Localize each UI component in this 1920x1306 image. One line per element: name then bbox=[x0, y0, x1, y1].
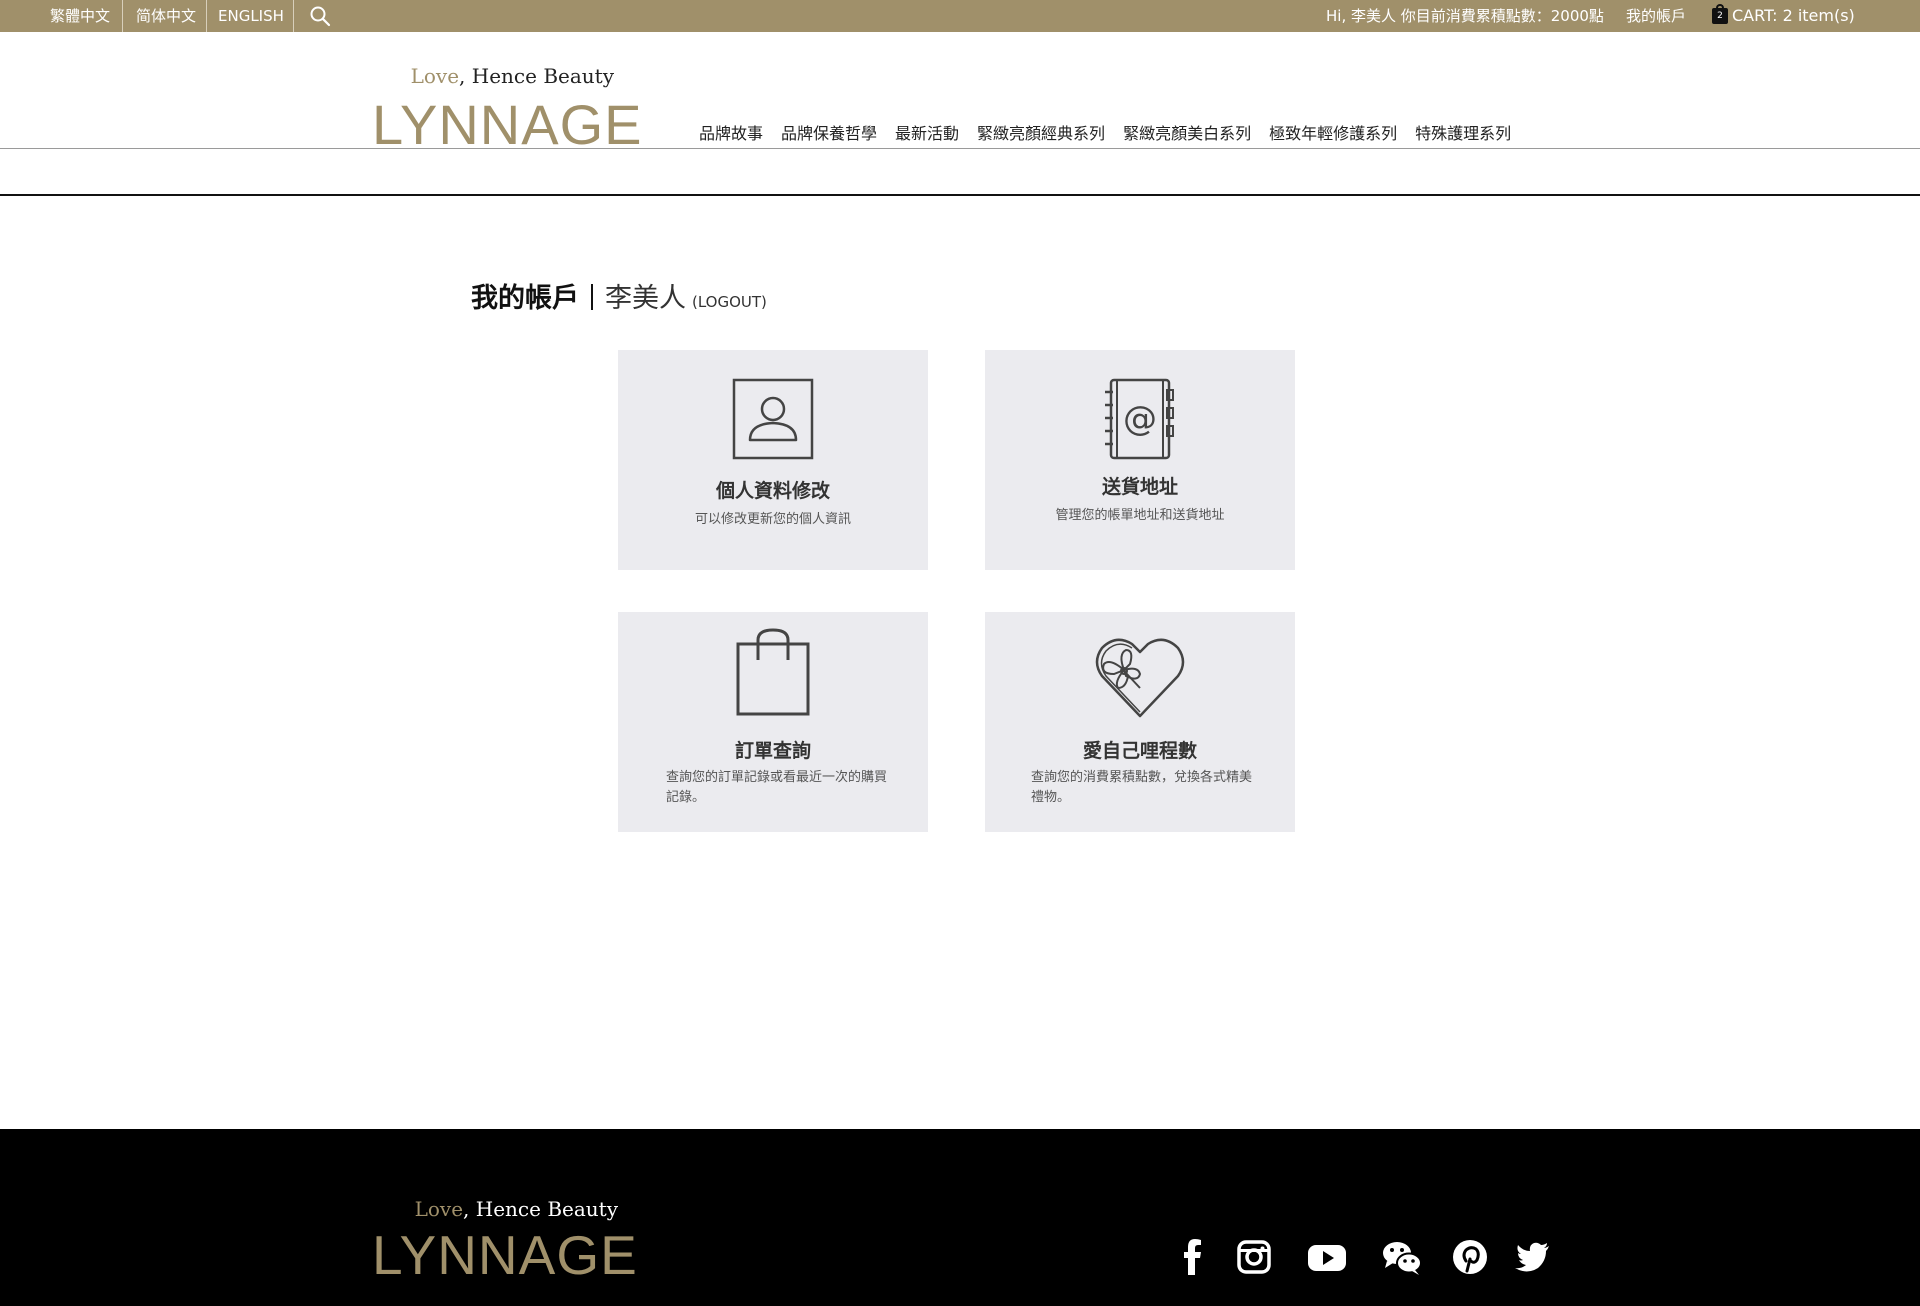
card-description: 可以修改更新您的個人資訊 bbox=[694, 512, 851, 527]
card-order-inquiry[interactable]: 訂單查詢 查詢您的訂單記錄或看最近一次的購買記錄。 bbox=[618, 612, 928, 832]
card-description: 管理您的帳單地址和送貨地址 bbox=[1055, 508, 1225, 523]
lang-english[interactable]: ENGLISH bbox=[206, 0, 296, 32]
card-love-mileage[interactable]: 愛自己哩程數 查詢您的消費累積點數，兌換各式精美禮物。 bbox=[985, 612, 1295, 832]
nav-latest-events[interactable]: 最新活動 bbox=[886, 120, 968, 148]
footer-brand-logo[interactable]: Love, Hence Beauty LYNNAGE bbox=[372, 1197, 637, 1286]
card-description: 查詢您的訂單記錄或看最近一次的購買記錄。 bbox=[666, 770, 888, 805]
header-divider bbox=[0, 148, 1920, 149]
card-description: 查詢您的消費累積點數，兌換各式精美禮物。 bbox=[1031, 770, 1253, 805]
facebook-icon[interactable] bbox=[1173, 1237, 1213, 1277]
nav-classic-series[interactable]: 緊緻亮顏經典系列 bbox=[968, 120, 1114, 148]
brand-tagline: Love, Hence Beauty bbox=[414, 1197, 618, 1221]
address-book-icon: @ bbox=[1102, 378, 1178, 464]
card-title: 訂單查詢 bbox=[734, 740, 811, 762]
card-shipping-address[interactable]: @ 送貨地址 管理您的帳單地址和送貨地址 bbox=[985, 350, 1295, 570]
page-title: 我的帳戶 李美人 (LOGOUT) bbox=[471, 276, 767, 315]
wechat-icon[interactable] bbox=[1381, 1237, 1423, 1277]
divider bbox=[122, 0, 123, 32]
cart-label: CART: 2 item(s) bbox=[1732, 6, 1855, 25]
lang-traditional-chinese[interactable]: 繁體中文 bbox=[38, 0, 122, 32]
gift-heart-icon bbox=[1094, 636, 1186, 724]
nav-repair-series[interactable]: 極致年輕修護系列 bbox=[1260, 120, 1406, 148]
card-edit-profile[interactable]: 個人資料修改 可以修改更新您的個人資訊 bbox=[618, 350, 928, 570]
brand-logo[interactable]: Love, Hence Beauty LYNNAGE bbox=[372, 64, 641, 156]
card-title: 個人資料修改 bbox=[715, 480, 830, 502]
search-icon[interactable] bbox=[308, 4, 332, 28]
shopping-bag-icon bbox=[735, 628, 811, 722]
card-title: 送貨地址 bbox=[1101, 476, 1178, 498]
card-title: 愛自己哩程數 bbox=[1082, 740, 1197, 762]
main-nav: 品牌故事 品牌保養哲學 最新活動 緊緻亮顏經典系列 緊緻亮顏美白系列 極致年輕修… bbox=[690, 120, 1520, 148]
title-separator bbox=[591, 284, 593, 310]
my-account-link[interactable]: 我的帳戶 bbox=[1626, 0, 1686, 32]
logout-link[interactable]: (LOGOUT) bbox=[692, 293, 767, 311]
cart-button[interactable]: 2 CART: 2 item(s) bbox=[1712, 0, 1855, 32]
youtube-icon[interactable] bbox=[1305, 1237, 1346, 1277]
brand-tagline: Love, Hence Beauty bbox=[410, 64, 614, 88]
account-heading: 我的帳戶 bbox=[471, 283, 579, 314]
nav-brand-story[interactable]: 品牌故事 bbox=[690, 120, 772, 148]
lang-simplified-chinese[interactable]: 简体中文 bbox=[124, 0, 208, 32]
footer: Love, Hence Beauty LYNNAGE bbox=[0, 1129, 1920, 1306]
svg-text:@: @ bbox=[1123, 399, 1157, 439]
nav-whitening-series[interactable]: 緊緻亮顏美白系列 bbox=[1114, 120, 1260, 148]
nav-special-care-series[interactable]: 特殊護理系列 bbox=[1406, 120, 1520, 148]
points-greeting: Hi, 李美人 你目前消費累積點數：2000點 bbox=[1326, 7, 1604, 25]
instagram-icon[interactable] bbox=[1234, 1237, 1274, 1277]
twitter-icon[interactable] bbox=[1513, 1237, 1553, 1277]
cart-count-badge: 2 bbox=[1717, 11, 1723, 21]
nav-skincare-philosophy[interactable]: 品牌保養哲學 bbox=[772, 120, 886, 148]
top-bar: 繁體中文 简体中文 ENGLISH Hi, 李美人 你目前消費累積點數：2000… bbox=[0, 0, 1920, 32]
header-divider-bold bbox=[0, 194, 1920, 196]
brand-name: LYNNAGE bbox=[372, 1224, 638, 1286]
divider bbox=[293, 0, 294, 32]
cart-bag-icon: 2 bbox=[1712, 4, 1728, 24]
pinterest-icon[interactable] bbox=[1450, 1237, 1490, 1277]
user-profile-icon bbox=[732, 378, 814, 464]
account-username: 李美人 bbox=[605, 283, 686, 314]
